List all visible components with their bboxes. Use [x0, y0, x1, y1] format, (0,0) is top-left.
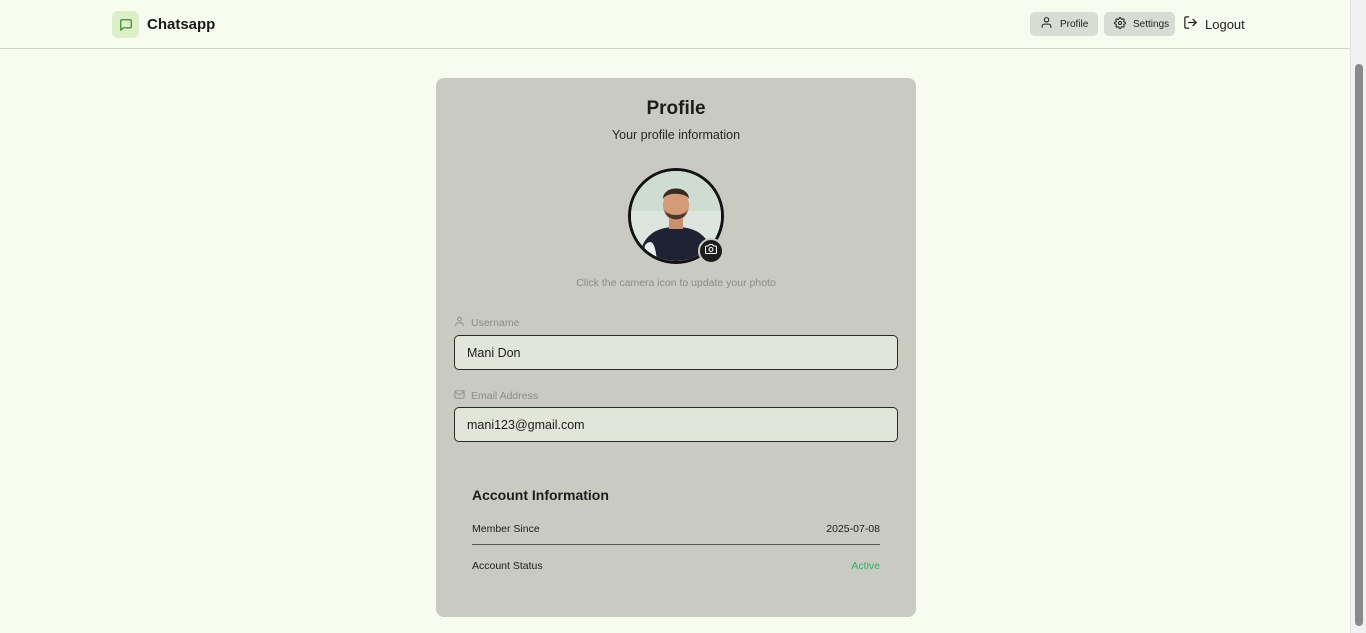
settings-button[interactable]: Settings: [1104, 12, 1175, 36]
logout-icon: [1183, 15, 1198, 33]
user-icon: [1040, 16, 1053, 32]
message-square-icon: [112, 11, 139, 38]
member-since-label: Member Since: [472, 523, 540, 535]
email-field[interactable]: [454, 407, 898, 442]
email-label: Email Address: [454, 389, 538, 403]
logout-label: Logout: [1205, 16, 1245, 32]
photo-hint: Click the camera icon to update your pho…: [576, 277, 776, 289]
username-field[interactable]: [454, 335, 898, 370]
gear-icon: [1114, 16, 1126, 32]
nav-actions: Profile Settings Logout: [1030, 12, 1245, 36]
mail-icon: [454, 389, 465, 403]
account-status-row: Account Status Active: [472, 560, 880, 572]
account-status-label: Account Status: [472, 560, 543, 572]
profile-button[interactable]: Profile: [1030, 12, 1098, 36]
brand-link[interactable]: Chatsapp: [112, 11, 215, 38]
app-root: Chatsapp Profile Settings Logout Profile…: [0, 0, 1366, 633]
status-badge: Active: [851, 560, 880, 572]
profile-card: Profile Your profile information Click t…: [436, 78, 916, 617]
camera-icon: [704, 242, 718, 260]
member-since-value: 2025-07-08: [826, 523, 880, 535]
page-scrollbar[interactable]: [1350, 0, 1366, 633]
account-info-title: Account Information: [472, 487, 609, 503]
page-subtitle: Your profile information: [611, 128, 741, 142]
scrollbar-thumb[interactable]: [1355, 64, 1363, 626]
camera-upload-button[interactable]: [698, 238, 724, 264]
member-since-row: Member Since 2025-07-08: [472, 523, 880, 545]
top-navbar: Chatsapp Profile Settings Logout: [0, 0, 1350, 49]
brand-name: Chatsapp: [147, 16, 216, 33]
avatar-container: [628, 168, 724, 264]
username-label: Username: [454, 316, 519, 330]
page-title: Profile: [646, 98, 706, 119]
email-label-text: Email Address: [471, 390, 539, 402]
logout-button[interactable]: Logout: [1181, 15, 1245, 33]
settings-button-label: Settings: [1133, 18, 1170, 30]
username-label-text: Username: [471, 317, 520, 329]
user-icon: [454, 316, 465, 330]
profile-button-label: Profile: [1060, 18, 1089, 30]
